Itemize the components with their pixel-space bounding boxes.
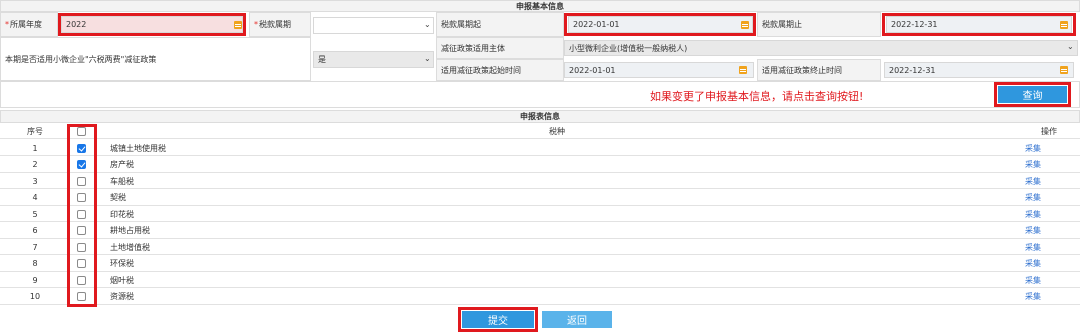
row-tax-name: 印花税 — [110, 209, 134, 219]
row-seq: 10 — [29, 292, 41, 301]
table-row: 3 车船税 采集 — [0, 173, 1080, 189]
back-button[interactable]: 返回 — [542, 311, 612, 328]
col-op-header: 操作 — [1041, 126, 1057, 136]
table-row: 2 房产税 采集 — [0, 157, 1080, 173]
required-mark: * — [5, 20, 9, 29]
policy-start-label: 适用减征政策起始时间 — [436, 59, 564, 81]
policy-value: 是 — [318, 55, 326, 64]
row-tax-name: 环保税 — [110, 259, 134, 268]
subject-select[interactable]: 小型微利企业(增值税一般纳税人) ⌄ — [564, 40, 1078, 56]
collect-link[interactable]: 采集 — [1025, 239, 1065, 255]
required-mark: * — [254, 20, 258, 29]
collect-link[interactable]: 采集 — [1025, 256, 1065, 272]
col-tax-header: 税种 — [549, 126, 565, 136]
table-row: 6 耕地占用税 采集 — [0, 223, 1080, 239]
policy-start-field[interactable]: 2022-01-01 — [564, 62, 754, 78]
calendar-icon[interactable] — [739, 66, 747, 74]
row-seq: 5 — [32, 209, 38, 219]
notice-row — [0, 81, 1080, 108]
collect-link[interactable]: 采集 — [1025, 157, 1065, 173]
submit-highlight — [458, 307, 538, 332]
row-seq: 2 — [32, 160, 38, 169]
chevron-down-icon: ⌄ — [424, 20, 431, 29]
calendar-icon[interactable] — [1060, 66, 1068, 74]
row-tax-name: 土地增值税 — [110, 242, 150, 252]
collect-link[interactable]: 采集 — [1025, 223, 1065, 239]
policy-end-label: 适用减征政策终止时间 — [757, 59, 881, 81]
table-row: 5 印花税 采集 — [0, 206, 1080, 222]
collect-link[interactable]: 采集 — [1025, 190, 1065, 206]
collect-link[interactable]: 采集 — [1025, 206, 1065, 222]
policy-select[interactable]: 是 ⌄ — [313, 51, 434, 68]
period-select[interactable]: ⌄ — [313, 17, 434, 34]
subject-label: 减征政策适用主体 — [436, 37, 564, 59]
policy-end-field[interactable]: 2022-12-31 — [884, 62, 1074, 78]
row-seq: 1 — [32, 143, 38, 153]
collect-link[interactable]: 采集 — [1025, 173, 1065, 189]
row-tax-name: 车船税 — [110, 176, 134, 186]
row-seq: 4 — [32, 193, 38, 202]
table-row: 7 土地增值税 采集 — [0, 239, 1080, 255]
row-seq: 3 — [32, 176, 38, 186]
period-label-text: 税款属期 — [259, 20, 291, 29]
row-tax-name: 烟叶税 — [110, 275, 134, 285]
year-label: * 所属年度 — [0, 12, 58, 37]
notice-text: 如果变更了申报基本信息，请点击查询按钮! — [650, 90, 864, 103]
table-row: 8 环保税 采集 — [0, 256, 1080, 272]
checkbox-column-highlight — [67, 124, 97, 307]
table-row: 4 契税 采集 — [0, 190, 1080, 206]
row-tax-name: 耕地占用税 — [110, 226, 150, 235]
row-tax-name: 资源税 — [110, 292, 134, 301]
period-label: * 税款属期 — [249, 12, 311, 37]
subject-value: 小型微利企业(增值税一般纳税人) — [569, 43, 688, 53]
basic-info-title: 申报基本信息 — [0, 0, 1080, 12]
table-row: 10 资源税 采集 — [0, 289, 1080, 305]
table-header-row: 序号 税种 操作 — [0, 123, 1080, 139]
table-row: 9 烟叶税 采集 — [0, 272, 1080, 288]
row-seq: 8 — [32, 259, 38, 268]
chevron-down-icon: ⌄ — [424, 54, 431, 63]
year-highlight — [58, 13, 246, 36]
period-start-label: 税款属期起 — [436, 12, 564, 37]
period-end-highlight — [882, 13, 1076, 36]
policy-question: 本期是否适用小微企业"六税两费"减征政策 — [0, 37, 311, 81]
query-highlight — [994, 82, 1071, 107]
period-end-label: 税款属期止 — [757, 12, 881, 37]
row-tax-name: 房产税 — [110, 160, 134, 169]
row-seq: 7 — [32, 242, 38, 252]
period-start-highlight — [564, 13, 756, 36]
collect-link[interactable]: 采集 — [1025, 272, 1065, 288]
policy-start-value: 2022-01-01 — [569, 65, 616, 75]
col-seq-header: 序号 — [27, 126, 43, 136]
form-table-title: 申报表信息 — [0, 110, 1080, 123]
table-row: 1 城镇土地使用税 采集 — [0, 140, 1080, 156]
row-seq: 9 — [32, 275, 38, 285]
collect-link[interactable]: 采集 — [1025, 289, 1065, 305]
policy-end-value: 2022-12-31 — [889, 65, 936, 75]
row-tax-name: 契税 — [110, 193, 126, 202]
row-seq: 6 — [32, 226, 38, 235]
chevron-down-icon: ⌄ — [1067, 42, 1074, 51]
row-tax-name: 城镇土地使用税 — [110, 143, 166, 153]
year-label-text: 所属年度 — [10, 20, 42, 29]
collect-link[interactable]: 采集 — [1025, 140, 1065, 156]
